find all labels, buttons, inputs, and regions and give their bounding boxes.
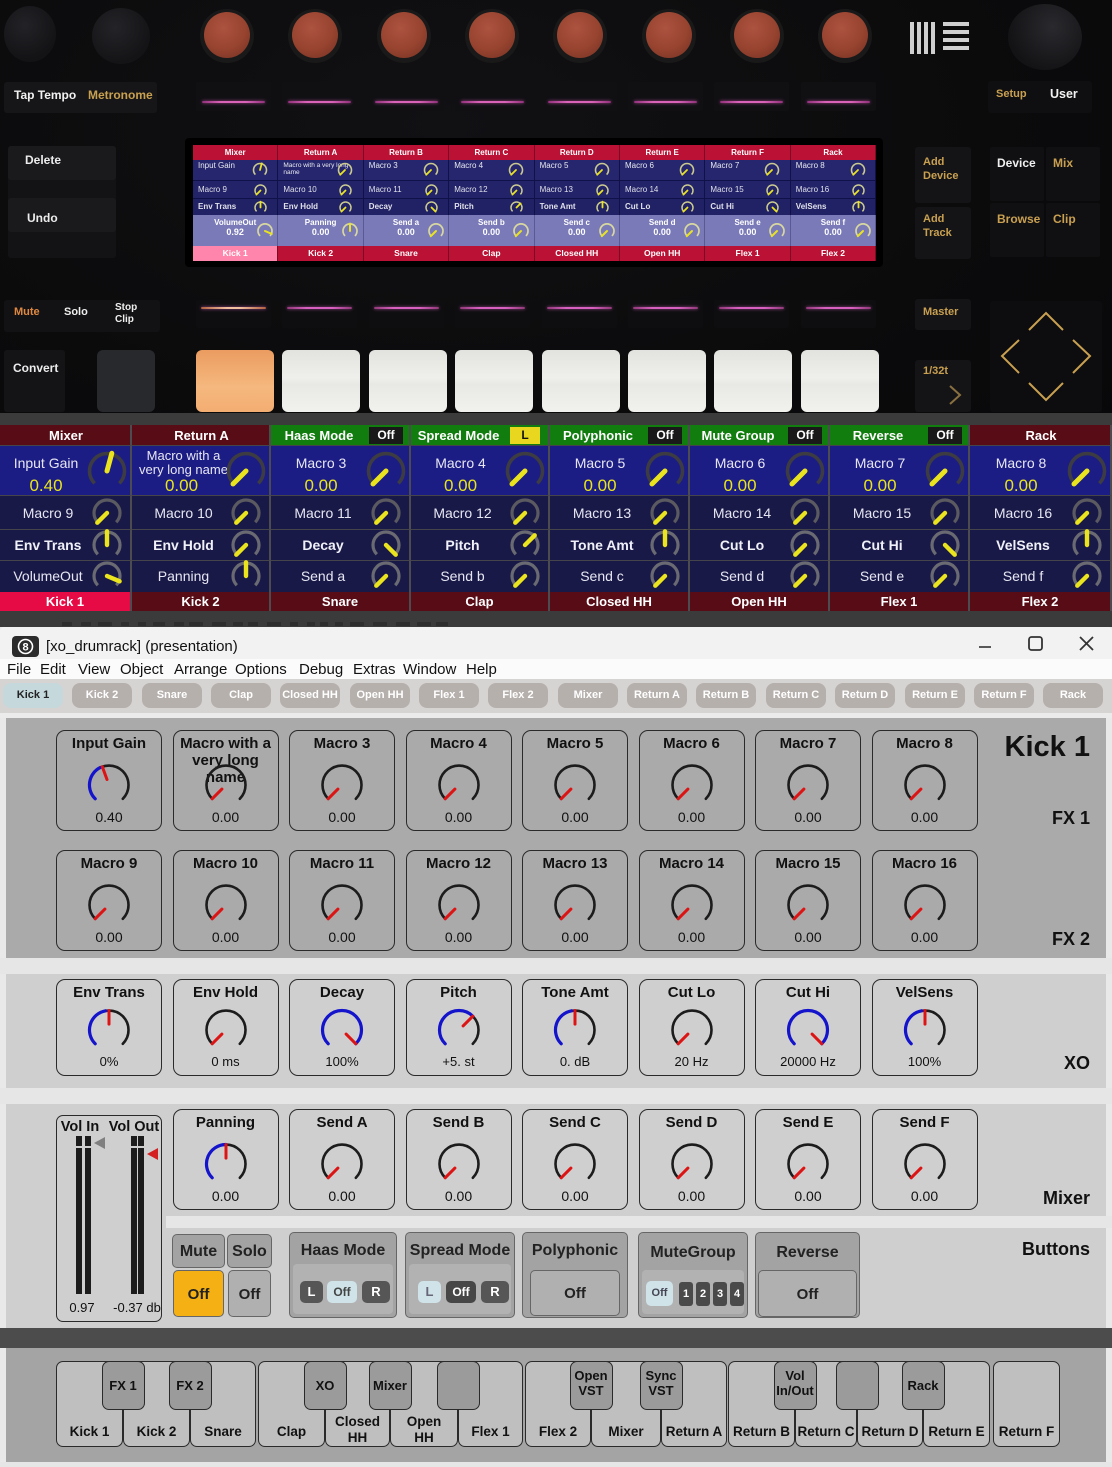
svg-text:8: 8 [22, 642, 28, 654]
